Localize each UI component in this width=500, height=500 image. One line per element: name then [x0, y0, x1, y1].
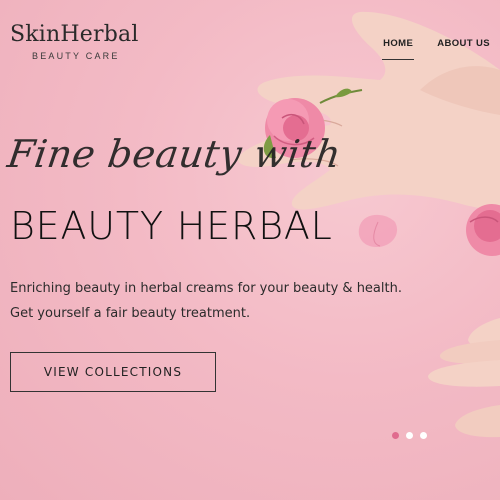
- hero-description-line-1: Enriching beauty in herbal creams for yo…: [10, 281, 402, 296]
- slider-pagination: [392, 432, 427, 439]
- rose-petals: [358, 214, 398, 248]
- slider-dot-1[interactable]: [392, 432, 399, 439]
- hands-roses-image: [238, 11, 500, 438]
- hero-description: Enriching beauty in herbal creams for yo…: [10, 276, 450, 326]
- slider-dot-2[interactable]: [406, 432, 413, 439]
- brand-logo[interactable]: SkinHerbal BEAUTY CARE: [10, 22, 139, 62]
- main-nav: HOME ABOUT US: [382, 38, 490, 60]
- brand-name: SkinHerbal: [10, 22, 139, 47]
- hero-section: SkinHerbal BEAUTY CARE HOME ABOUT US Fin…: [0, 0, 500, 500]
- brand-tagline: BEAUTY CARE: [32, 51, 120, 61]
- hero-script-heading: Fine beauty with: [4, 132, 344, 176]
- view-collections-button[interactable]: VIEW COLLECTIONS: [10, 352, 216, 392]
- hand-illustration-bottom: [428, 318, 500, 438]
- slider-dot-3[interactable]: [420, 432, 427, 439]
- hero-description-line-2: Get yourself a fair beauty treatment.: [10, 306, 251, 321]
- rose-flower-2: [466, 204, 500, 256]
- nav-item-about-us[interactable]: ABOUT US: [437, 38, 490, 57]
- hero-headline: BEAUTY HERBAL: [10, 204, 333, 248]
- nav-item-home[interactable]: HOME: [382, 38, 415, 60]
